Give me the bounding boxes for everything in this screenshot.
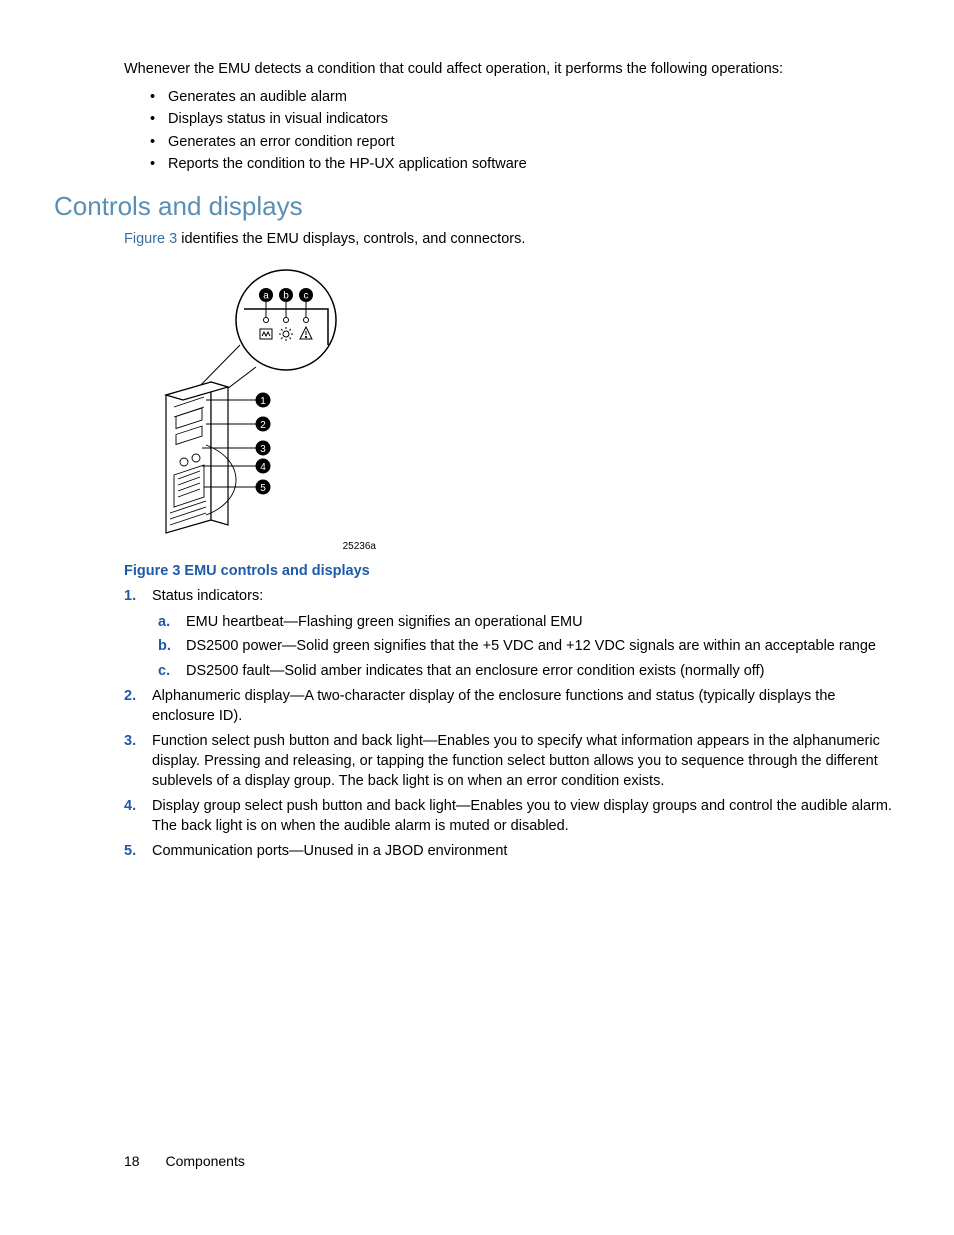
numbered-list: 1. Status indicators: a. EMU heartbeat—F… [124, 587, 898, 862]
list-item: 2. Alphanumeric display—A two-character … [124, 687, 898, 726]
list-marker: 2. [124, 687, 136, 707]
list-text: EMU heartbeat—Flashing green signifies a… [186, 614, 583, 630]
figure-caption: Figure 3 EMU controls and displays [124, 562, 898, 582]
intro-paragraph: Whenever the EMU detects a condition tha… [124, 60, 898, 80]
figure-xref: Figure 3 [124, 231, 177, 247]
figure-id: 25236a [176, 540, 376, 554]
intro-bullet-list: Generates an audible alarm Displays stat… [150, 88, 898, 175]
list-marker: c. [158, 662, 170, 682]
list-marker: a. [158, 613, 170, 633]
list-item: a. EMU heartbeat—Flashing green signifie… [158, 613, 898, 633]
list-text: Alphanumeric display—A two-character dis… [152, 688, 835, 724]
list-item: 3. Function select push button and back … [124, 732, 898, 791]
list-item: Displays status in visual indicators [150, 110, 898, 130]
list-marker: 3. [124, 732, 136, 752]
svg-text:3: 3 [260, 444, 266, 455]
section-intro-tail: identifies the EMU displays, controls, a… [177, 231, 525, 247]
emu-diagram-svg: a b c [156, 265, 376, 535]
list-marker: 4. [124, 797, 136, 817]
list-item: Reports the condition to the HP-UX appli… [150, 155, 898, 175]
list-marker: 5. [124, 842, 136, 862]
list-text: DS2500 fault—Solid amber indicates that … [186, 663, 764, 679]
list-text: Communication ports—Unused in a JBOD env… [152, 843, 507, 859]
list-item: b. DS2500 power—Solid green signifies th… [158, 637, 898, 657]
svg-text:b: b [283, 291, 289, 302]
list-marker: 1. [124, 587, 136, 607]
section-heading: Controls and displays [54, 189, 898, 224]
svg-text:5: 5 [260, 483, 266, 494]
list-text: Display group select push button and bac… [152, 798, 892, 834]
list-item: Generates an error condition report [150, 133, 898, 153]
sublist: a. EMU heartbeat—Flashing green signifie… [158, 613, 898, 682]
list-text: Function select push button and back lig… [152, 733, 880, 788]
page-footer: 18 Components [124, 1152, 245, 1171]
list-item: 5. Communication ports—Unused in a JBOD … [124, 842, 898, 862]
page-number: 18 [124, 1153, 140, 1169]
figure-emu-controls: a b c [156, 265, 898, 553]
svg-text:c: c [304, 291, 309, 302]
section-intro: Figure 3 identifies the EMU displays, co… [124, 230, 898, 250]
list-marker: b. [158, 637, 171, 657]
list-item: 1. Status indicators: a. EMU heartbeat—F… [124, 587, 898, 681]
list-item: c. DS2500 fault—Solid amber indicates th… [158, 662, 898, 682]
list-item: 4. Display group select push button and … [124, 797, 898, 836]
svg-text:1: 1 [260, 396, 266, 407]
section-name: Components [165, 1153, 244, 1169]
svg-text:4: 4 [260, 462, 266, 473]
svg-text:a: a [263, 291, 269, 302]
list-item: Generates an audible alarm [150, 88, 898, 108]
list-text: DS2500 power—Solid green signifies that … [186, 638, 876, 654]
list-text: Status indicators: [152, 588, 263, 604]
svg-text:2: 2 [260, 420, 266, 431]
